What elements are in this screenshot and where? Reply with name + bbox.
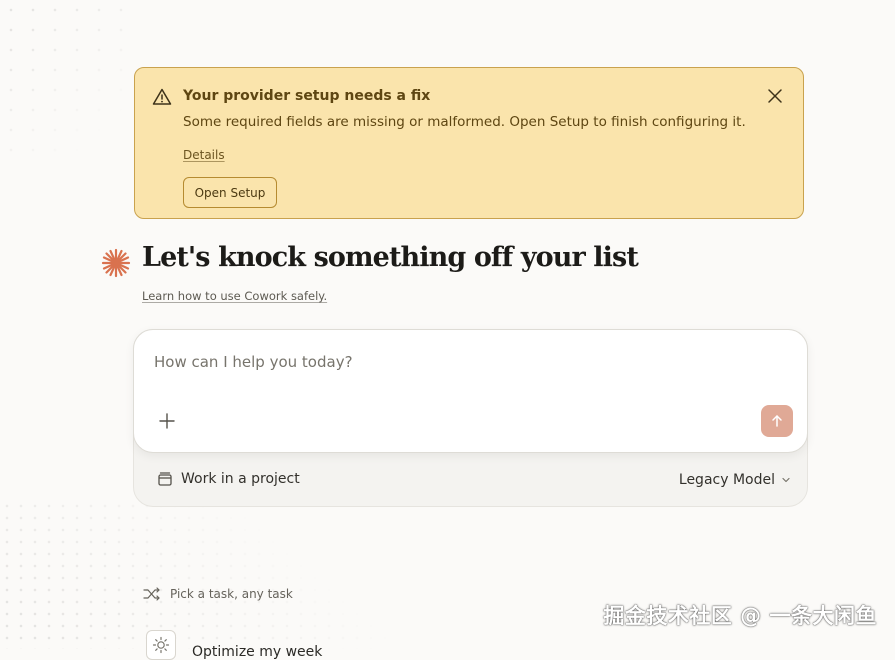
- warning-triangle-icon: [152, 88, 172, 105]
- chevron-down-icon: [782, 477, 790, 483]
- background-dot-pattern: [0, 500, 420, 649]
- prompt-input[interactable]: [154, 350, 754, 374]
- banner-title: Your provider setup needs a fix: [183, 88, 431, 104]
- send-button[interactable]: [761, 405, 793, 437]
- model-selector[interactable]: Legacy Model: [679, 470, 791, 490]
- arrow-up-icon: [772, 415, 782, 427]
- model-label: Legacy Model: [678, 472, 775, 488]
- close-icon[interactable]: [767, 88, 783, 104]
- sun-icon: [152, 636, 170, 654]
- banner-message: Some required fields are missing or malf…: [183, 114, 746, 130]
- suggestions-heading: Pick a task, any task: [170, 587, 293, 601]
- setup-warning-banner: Your provider setup needs a fix Some req…: [134, 67, 804, 219]
- composer: [133, 329, 808, 453]
- task-icon-box: [146, 630, 176, 660]
- details-link[interactable]: Details: [183, 148, 225, 162]
- asterisk-spark-icon: [101, 248, 131, 278]
- task-suggestion-item[interactable]: Optimize my week: [146, 630, 322, 660]
- plus-icon[interactable]: [157, 411, 177, 431]
- open-setup-button[interactable]: Open Setup: [183, 177, 277, 208]
- shuffle-icon: [143, 587, 160, 601]
- task-label: Optimize my week: [192, 644, 323, 660]
- work-in-project-button[interactable]: Work in a project: [157, 469, 300, 489]
- page-title: Let's knock something off your list: [142, 242, 639, 273]
- background-dot-pattern: [0, 0, 135, 160]
- project-label: Work in a project: [181, 471, 300, 487]
- watermark-text: 掘金技术社区 @ 一条大闲鱼: [603, 604, 877, 628]
- folder-icon: [158, 472, 172, 486]
- learn-cowork-link[interactable]: Learn how to use Cowork safely.: [142, 289, 327, 303]
- suggestions-header: Pick a task, any task: [143, 586, 293, 602]
